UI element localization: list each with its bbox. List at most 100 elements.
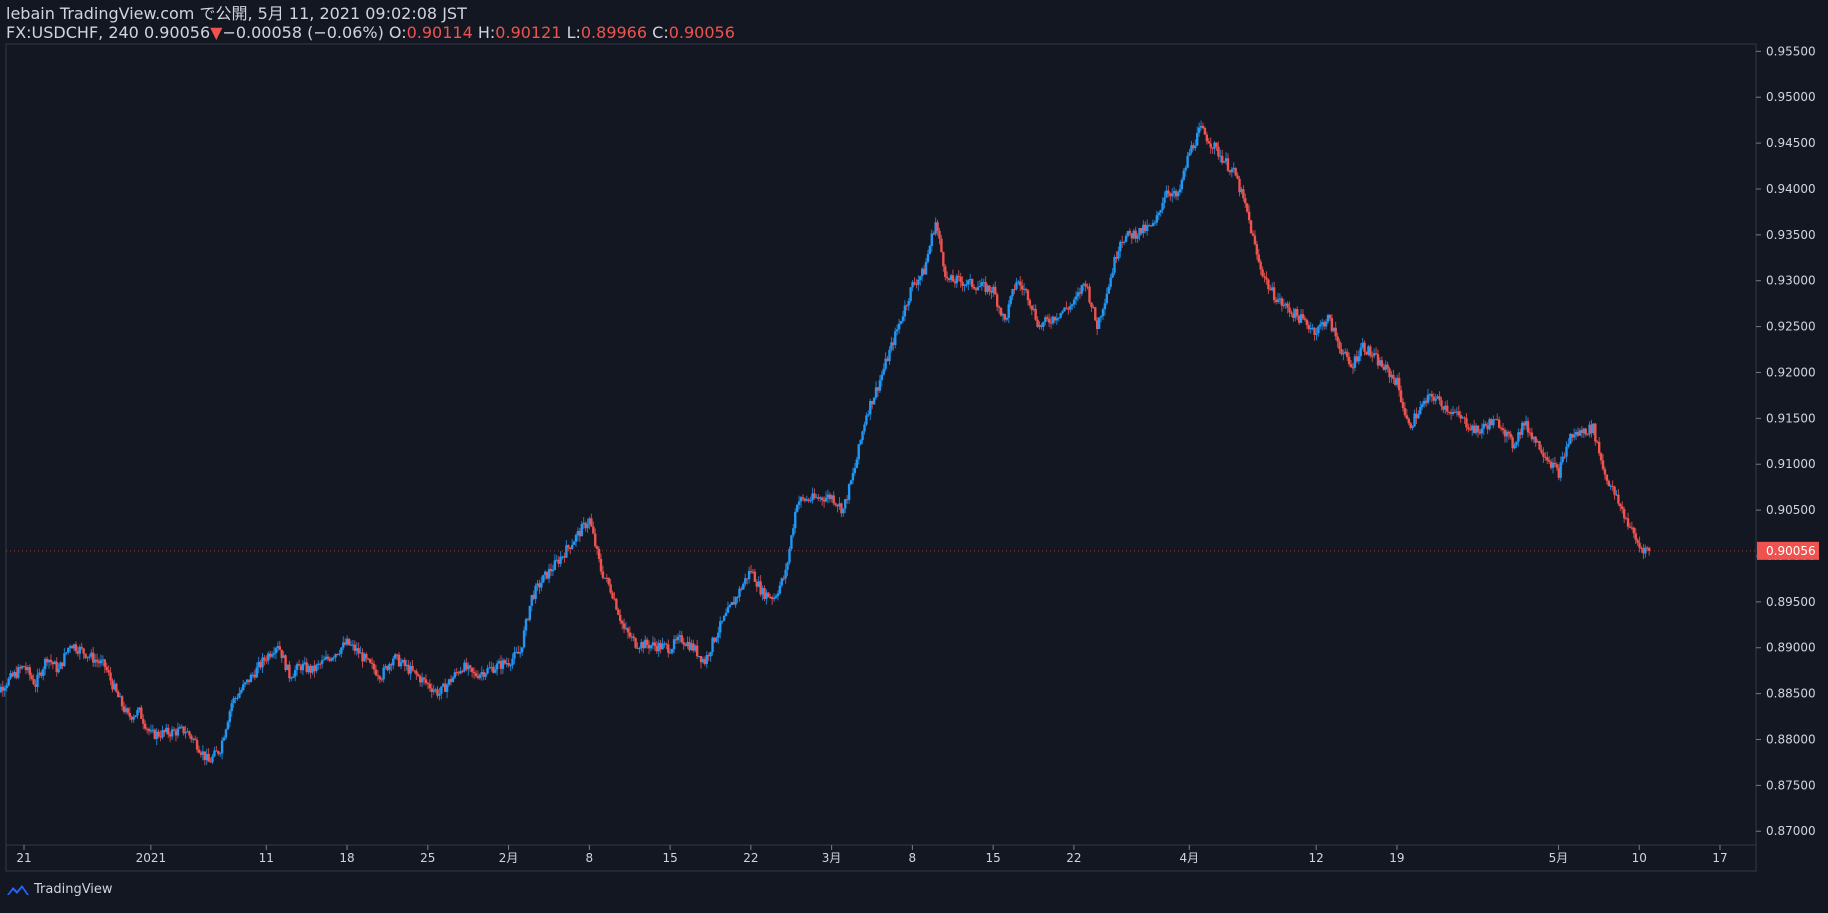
candle-body — [715, 638, 717, 642]
candle-body — [365, 654, 367, 658]
x-tick-label: 11 — [259, 851, 274, 865]
candle-body — [225, 729, 227, 737]
candle-body — [1338, 341, 1340, 349]
candle-body — [298, 664, 300, 666]
candle-body — [348, 639, 350, 645]
candle-body — [509, 665, 511, 666]
candle-body — [904, 305, 906, 316]
candle-body — [1071, 304, 1073, 306]
candle-body — [813, 493, 815, 497]
candle-body — [369, 659, 371, 663]
candle-body — [607, 578, 609, 584]
candle-body — [896, 329, 898, 331]
price-chart[interactable]: 0.955000.950000.945000.940000.935000.930… — [0, 0, 1828, 909]
candle-body — [411, 666, 413, 670]
candle-body — [109, 673, 111, 681]
candle-body — [496, 663, 498, 669]
candle-body — [1261, 269, 1263, 276]
candle-body — [956, 276, 958, 283]
candle-body — [1315, 333, 1317, 335]
candle-body — [1306, 320, 1308, 325]
candle-body — [792, 528, 794, 535]
y-tick-label: 0.90500 — [1766, 503, 1816, 517]
candle-body — [265, 660, 267, 661]
candle-body — [1440, 400, 1442, 406]
candle-body — [1056, 318, 1058, 320]
candle-body — [725, 613, 727, 616]
candle-body — [294, 670, 296, 677]
candle-body — [1434, 398, 1436, 400]
candle-body — [850, 480, 852, 484]
candle-body — [238, 693, 240, 698]
candle-body — [1350, 364, 1352, 367]
x-tick-label: 4月 — [1179, 851, 1199, 865]
candle-body — [1492, 419, 1494, 425]
candle-body — [1477, 426, 1479, 432]
candle-body — [1319, 324, 1321, 326]
candle-body — [1485, 424, 1487, 426]
candle-body — [75, 644, 77, 651]
candle-body — [790, 535, 792, 549]
candle-body — [1081, 285, 1083, 294]
change-value: −0.00058 (−0.06%) — [222, 23, 383, 42]
candle-body — [1446, 406, 1448, 412]
candle-body — [375, 670, 377, 676]
candle-body — [65, 652, 67, 653]
candle-body — [1600, 453, 1602, 460]
candle-body — [1431, 394, 1433, 397]
candle-body — [632, 636, 634, 638]
candle-body — [1109, 277, 1111, 286]
candle-body — [575, 535, 577, 542]
x-tick-label: 2月 — [499, 851, 519, 865]
candle-body — [1217, 147, 1219, 157]
candle-body — [1404, 408, 1406, 415]
candle-body — [1090, 302, 1092, 307]
tradingview-logo-icon — [6, 883, 30, 897]
candle-body — [596, 546, 598, 549]
candle-body — [1325, 322, 1327, 327]
chart-header: lebain TradingView.com で公開, 5月 11, 2021 … — [6, 4, 735, 42]
candle-body — [1011, 289, 1013, 296]
candle-body — [219, 753, 221, 754]
candle-body — [602, 571, 604, 577]
candle-body — [1273, 287, 1275, 300]
candle-body — [908, 301, 910, 306]
candle-body — [719, 621, 721, 632]
candle-body — [959, 277, 961, 282]
candle-body — [1304, 318, 1306, 319]
candle-body — [340, 648, 342, 654]
candle-body — [229, 711, 231, 722]
candle-body — [900, 321, 902, 324]
candle-body — [917, 280, 919, 285]
candle-body — [1208, 141, 1210, 143]
candle-body — [996, 294, 998, 306]
candle-body — [1198, 128, 1200, 133]
candle-body — [1510, 434, 1512, 438]
candle-body — [1288, 308, 1290, 313]
candle-body — [1196, 133, 1198, 146]
candle-body — [81, 647, 83, 649]
candle-body — [423, 678, 425, 680]
candle-body — [1106, 294, 1108, 304]
candle-body — [1359, 348, 1361, 357]
candle-body — [775, 596, 777, 598]
candle-body — [1046, 317, 1048, 319]
x-tick-label: 5月 — [1549, 851, 1569, 865]
candle-body — [1069, 306, 1071, 310]
x-tick-label: 22 — [1066, 851, 1081, 865]
candle-body — [1334, 328, 1336, 337]
candle-body — [865, 415, 867, 424]
candle-body — [1283, 305, 1285, 306]
candle-body — [1556, 464, 1558, 467]
candle-body — [1369, 346, 1371, 355]
chart-area[interactable]: 0.955000.950000.945000.940000.935000.930… — [0, 0, 1828, 909]
y-tick-label: 0.88000 — [1766, 732, 1816, 746]
candle-body — [1604, 469, 1606, 474]
candle-body — [194, 739, 196, 740]
candle-body — [638, 648, 640, 649]
candle-body — [600, 559, 602, 571]
footer-brand[interactable]: TradingView — [6, 882, 113, 897]
candle-body — [946, 277, 948, 278]
candle-body — [1613, 487, 1615, 495]
candle-body — [1602, 460, 1604, 469]
